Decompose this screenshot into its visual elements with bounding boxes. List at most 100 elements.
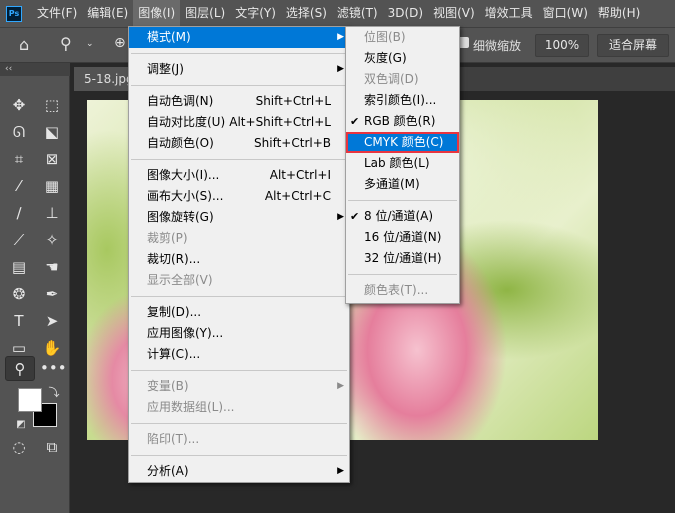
checkmark-icon: ✔ bbox=[350, 115, 360, 128]
menu-item[interactable]: 16 位/通道(N) bbox=[346, 227, 459, 248]
menu-edit[interactable]: 编辑(E) bbox=[82, 0, 133, 27]
screen-mode-icon[interactable]: ⧉ bbox=[40, 435, 64, 459]
menu-item-shortcut: Alt+Ctrl+I bbox=[269, 168, 331, 182]
smudge-tool-icon[interactable]: ☚ bbox=[40, 255, 64, 279]
menu-item[interactable]: CMYK 颜色(C) bbox=[346, 132, 459, 153]
menu-item-label: 图像大小(I)... bbox=[147, 168, 220, 182]
swap-colors-icon[interactable]: ⤵ bbox=[42, 381, 66, 405]
more-tools-icon[interactable]: ••• bbox=[40, 356, 67, 380]
lasso-tool-icon[interactable]: ᘏ bbox=[7, 120, 31, 144]
menu-item[interactable]: 模式(M) ▶ bbox=[129, 27, 349, 48]
collapse-panel-icon[interactable]: ‹‹ bbox=[0, 63, 70, 76]
menu-item[interactable]: 复制(D)... bbox=[129, 302, 349, 323]
menu-item[interactable]: 图像大小(I)... Alt+Ctrl+I bbox=[129, 165, 349, 186]
move-tool-icon[interactable]: ✥ bbox=[7, 93, 31, 117]
menu-item-label: 应用图像(Y)... bbox=[147, 326, 224, 340]
menu-separator bbox=[131, 296, 347, 297]
menu-item-label: 图像旋转(G) bbox=[147, 210, 214, 224]
stamp-tool-icon[interactable]: ⊥ bbox=[40, 201, 64, 225]
type-tool-icon[interactable]: T bbox=[7, 309, 31, 333]
menu-item[interactable]: Lab 颜色(L) bbox=[346, 153, 459, 174]
menu-item-shortcut: Shift+Ctrl+B bbox=[254, 136, 331, 150]
menu-item-label: 显示全部(V) bbox=[147, 273, 213, 287]
frame-tool-icon[interactable]: ⊠ bbox=[40, 147, 64, 171]
menu-plugins[interactable]: 增效工具 bbox=[480, 0, 538, 27]
home-icon[interactable]: ⌂ bbox=[19, 35, 29, 54]
menu-item[interactable]: 索引颜色(I)... bbox=[346, 90, 459, 111]
menu-item-label: 调整(J) bbox=[147, 62, 184, 76]
path-select-tool-icon[interactable]: ➤ bbox=[40, 309, 64, 333]
submenu-arrow-icon: ▶ bbox=[337, 466, 344, 476]
eraser-tool-icon[interactable]: ✧ bbox=[40, 228, 64, 252]
fine-zoom-label: 细微缩放 bbox=[473, 39, 522, 53]
menu-item-label: 变量(B) bbox=[147, 379, 189, 393]
object-select-tool-icon[interactable]: ⬕ bbox=[40, 120, 64, 144]
zoom-in-icon[interactable]: ⊕ bbox=[114, 35, 126, 51]
marquee-tool-icon[interactable]: ⬚ bbox=[40, 93, 64, 117]
menu-item[interactable]: 32 位/通道(H) bbox=[346, 248, 459, 269]
menu-select[interactable]: 选择(S) bbox=[281, 0, 332, 27]
menu-item[interactable]: ✔ 8 位/通道(A) bbox=[346, 206, 459, 227]
photoshop-logo: Ps bbox=[6, 5, 22, 22]
menu-item[interactable]: 多通道(M) bbox=[346, 174, 459, 195]
crop-tool-icon[interactable]: ⌗ bbox=[7, 147, 31, 171]
foreground-color-swatch[interactable] bbox=[18, 388, 42, 412]
menu-item[interactable]: 自动颜色(O) Shift+Ctrl+B bbox=[129, 133, 349, 154]
menu-item-label: Lab 颜色(L) bbox=[364, 156, 430, 170]
menu-item-shortcut: Shift+Ctrl+L bbox=[255, 94, 331, 108]
menu-item[interactable]: 应用图像(Y)... bbox=[129, 323, 349, 344]
menu-bar: Ps 文件(F) 编辑(E) 图像(I) 图层(L) 文字(Y) 选择(S) 滤… bbox=[0, 0, 675, 27]
pen-tool-icon[interactable]: ✒ bbox=[40, 282, 64, 306]
menu-help[interactable]: 帮助(H) bbox=[593, 0, 645, 27]
checkmark-icon: ✔ bbox=[350, 210, 360, 223]
menu-item-label: RGB 颜色(R) bbox=[364, 114, 436, 128]
menu-item-label: 复制(D)... bbox=[147, 305, 202, 319]
menu-image[interactable]: 图像(I) bbox=[133, 0, 181, 27]
brush-tool-icon[interactable]: ∕ bbox=[7, 201, 31, 225]
menu-file[interactable]: 文件(F) bbox=[32, 0, 82, 27]
menu-separator bbox=[348, 200, 457, 201]
eyedropper-tool-icon[interactable]: ⁄ bbox=[7, 174, 31, 198]
fit-screen-button[interactable]: 适合屏幕 bbox=[597, 34, 669, 57]
menu-item[interactable]: 画布大小(S)... Alt+Ctrl+C bbox=[129, 186, 349, 207]
menu-view[interactable]: 视图(V) bbox=[428, 0, 480, 27]
menu-item[interactable]: 图像旋转(G) ▶ bbox=[129, 207, 349, 228]
history-brush-tool-icon[interactable]: ⟋ bbox=[7, 228, 31, 252]
menu-item: 应用数据组(L)... bbox=[129, 397, 349, 418]
menu-item-label: 裁剪(P) bbox=[147, 231, 188, 245]
chevron-down-icon[interactable]: ⌄ bbox=[86, 39, 94, 49]
menu-window[interactable]: 窗口(W) bbox=[538, 0, 593, 27]
menu-item-label: 位图(B) bbox=[364, 30, 406, 44]
quick-mask-icon[interactable]: ◌ bbox=[7, 435, 31, 459]
sponge-tool-icon[interactable]: ❂ bbox=[7, 282, 31, 306]
menu-item[interactable]: 灰度(G) bbox=[346, 48, 459, 69]
zoom-100-button[interactable]: 100% bbox=[535, 34, 589, 57]
gradient-tool-icon[interactable]: ▤ bbox=[7, 255, 31, 279]
zoom-tool-icon[interactable]: ⚲ bbox=[5, 356, 35, 381]
menu-item[interactable]: 分析(A) ▶ bbox=[129, 461, 349, 482]
menu-item-label: 画布大小(S)... bbox=[147, 189, 224, 203]
menu-separator bbox=[131, 423, 347, 424]
menu-filter[interactable]: 滤镜(T) bbox=[332, 0, 383, 27]
menu-item-label: 应用数据组(L)... bbox=[147, 400, 235, 414]
menu-item[interactable]: ✔ RGB 颜色(R) bbox=[346, 111, 459, 132]
menu-layer[interactable]: 图层(L) bbox=[180, 0, 230, 27]
image-menu-dropdown: 模式(M) ▶ 调整(J) ▶ 自动色调(N) Shift+Ctrl+L 自动对比度(U) A… bbox=[128, 26, 350, 483]
menu-separator bbox=[131, 455, 347, 456]
menu-3d[interactable]: 3D(D) bbox=[383, 0, 428, 27]
menu-item-label: 32 位/通道(H) bbox=[364, 251, 442, 265]
menu-item[interactable]: 调整(J) ▶ bbox=[129, 59, 349, 80]
menu-item: 陷印(T)... bbox=[129, 429, 349, 450]
menu-item-label: 16 位/通道(N) bbox=[364, 230, 442, 244]
zoom-tool-icon[interactable]: ⚲ bbox=[60, 34, 72, 53]
menu-item[interactable]: 计算(C)... bbox=[129, 344, 349, 365]
menu-item[interactable]: 裁切(R)... bbox=[129, 249, 349, 270]
menu-item: 双色调(D) bbox=[346, 69, 459, 90]
menu-item[interactable]: 自动对比度(U) Alt+Shift+Ctrl+L bbox=[129, 112, 349, 133]
default-colors-icon[interactable]: ◩ bbox=[9, 413, 33, 437]
healing-brush-tool-icon[interactable]: ▦ bbox=[40, 174, 64, 198]
menu-type[interactable]: 文字(Y) bbox=[230, 0, 281, 27]
mode-submenu: 位图(B) 灰度(G) 双色调(D) 索引颜色(I)... ✔ RGB 颜色(R) CMYK… bbox=[345, 26, 460, 304]
menu-item[interactable]: 自动色调(N) Shift+Ctrl+L bbox=[129, 91, 349, 112]
menu-item-label: 颜色表(T)... bbox=[364, 283, 429, 297]
